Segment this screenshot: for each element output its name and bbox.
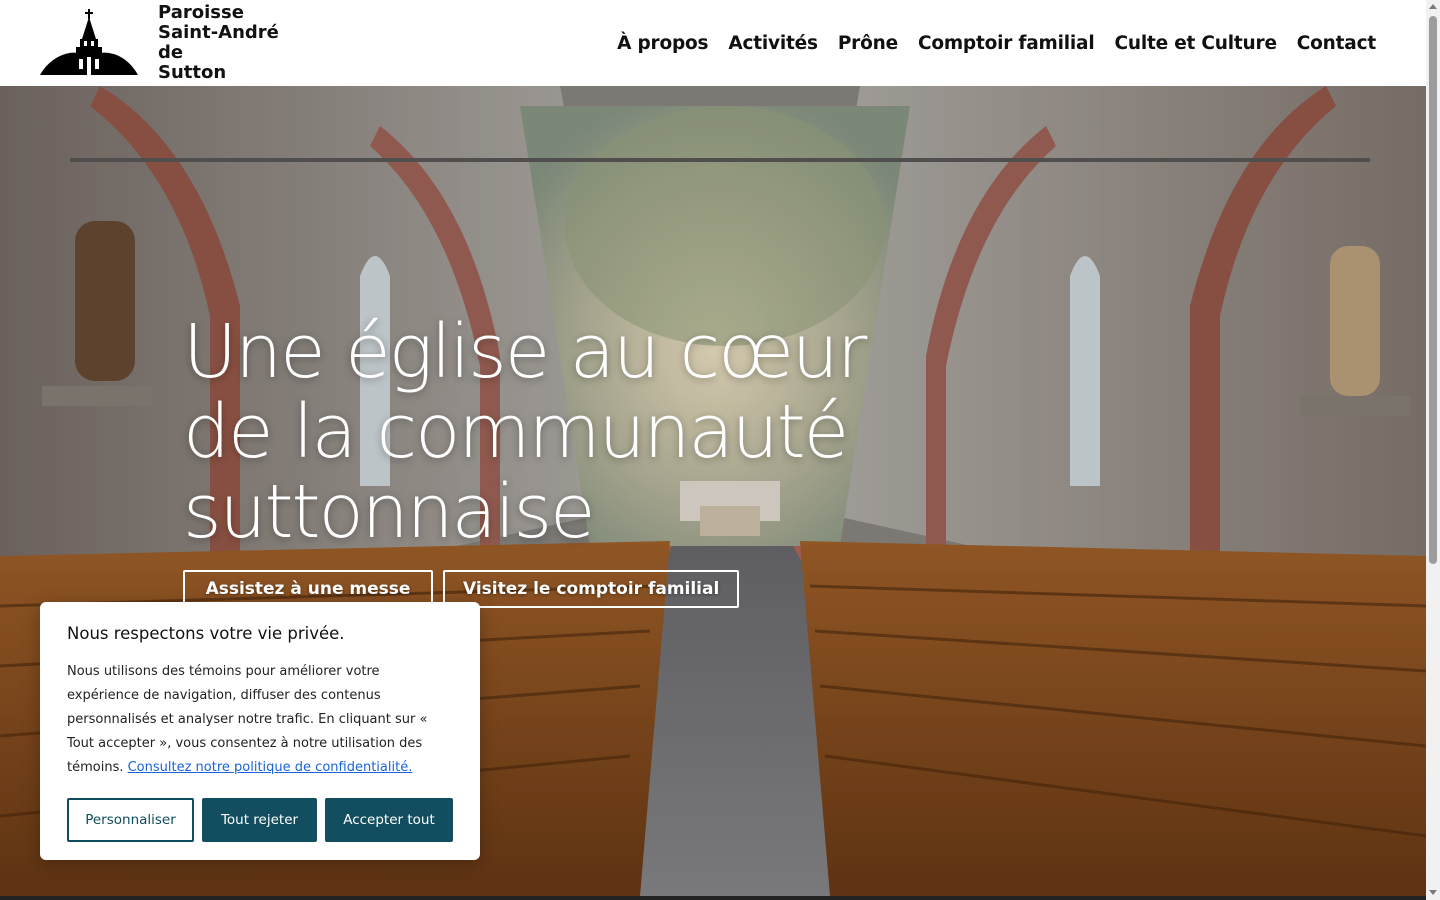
cookie-consent-banner: Nous respectons votre vie privée. Nous u… bbox=[40, 602, 480, 860]
visit-comptoir-button[interactable]: Visitez le comptoir familial bbox=[443, 570, 740, 608]
hero-title-line: suttonnaise bbox=[183, 469, 596, 555]
customize-button[interactable]: Personnaliser bbox=[67, 798, 194, 842]
cookie-description: Nous utilisons des témoins pour améliore… bbox=[67, 660, 452, 780]
cookie-text-tail: témoins. bbox=[67, 760, 124, 775]
page-divider bbox=[0, 896, 1426, 900]
nav-item-prone[interactable]: Prône bbox=[838, 33, 898, 54]
main-nav: À propos Activités Prône Comptoir famili… bbox=[617, 33, 1386, 54]
hero-title-line: de la communauté bbox=[183, 389, 849, 475]
nav-item-activites[interactable]: Activités bbox=[728, 33, 818, 54]
site-header: Paroisse Saint-André de Sutton À propos … bbox=[0, 0, 1426, 86]
site-name-line: Sutton bbox=[158, 62, 227, 83]
site-name-line: Saint-André de bbox=[158, 22, 279, 63]
site-logo-link[interactable]: Paroisse Saint-André de Sutton bbox=[40, 3, 308, 83]
church-steeple-icon bbox=[40, 9, 138, 75]
nav-item-comptoir-familial[interactable]: Comptoir familial bbox=[918, 33, 1095, 54]
site-name: Paroisse Saint-André de Sutton bbox=[158, 3, 308, 83]
cookie-buttons: Personnaliser Tout rejeter Accepter tout bbox=[67, 798, 453, 842]
scroll-up-icon[interactable] bbox=[1429, 4, 1437, 9]
site-name-line: Paroisse bbox=[158, 2, 244, 23]
nav-item-a-propos[interactable]: À propos bbox=[617, 33, 708, 54]
hero-title: Une église au cœur de la communauté sutt… bbox=[183, 312, 883, 552]
privacy-policy-link[interactable]: Consultez notre politique de confidentia… bbox=[128, 760, 413, 775]
nav-item-contact[interactable]: Contact bbox=[1297, 33, 1376, 54]
nav-item-culte-et-culture[interactable]: Culte et Culture bbox=[1114, 33, 1277, 54]
accept-all-button[interactable]: Accepter tout bbox=[325, 798, 453, 842]
scroll-down-icon[interactable] bbox=[1429, 890, 1437, 895]
cookie-text-body: Nous utilisons des témoins pour améliore… bbox=[67, 664, 428, 751]
hero-title-line: Une église au cœur bbox=[183, 309, 867, 395]
page-scrollbar[interactable] bbox=[1426, 0, 1440, 900]
scrollbar-thumb[interactable] bbox=[1429, 16, 1437, 564]
cookie-title: Nous respectons votre vie privée. bbox=[67, 624, 345, 643]
reject-all-button[interactable]: Tout rejeter bbox=[202, 798, 317, 842]
